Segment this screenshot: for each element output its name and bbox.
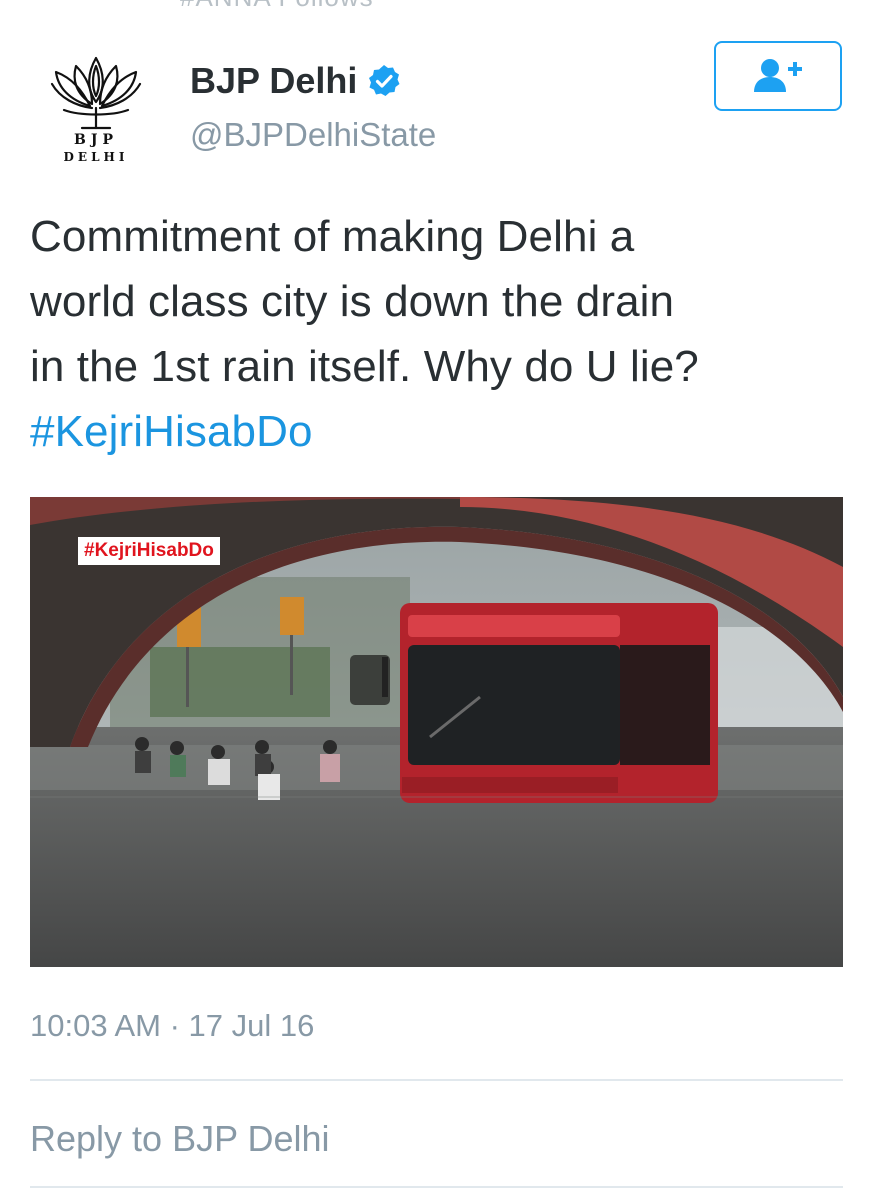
tweet-text-line: in the 1st rain itself. Why do U lie? [30, 342, 699, 391]
avatar-text-delhi: DELHI [63, 150, 129, 164]
avatar-text-bjp: BJP [74, 132, 118, 148]
tweet-text-line: Commitment of making Delhi a [30, 212, 635, 261]
flooded-underpass-photo [30, 497, 843, 967]
lotus-logo-icon [50, 56, 142, 130]
author-display-name[interactable]: BJP Delhi [190, 60, 401, 102]
hashtag-link[interactable]: #KejriHisabDo [30, 399, 830, 464]
tweet-text: Commitment of making Delhi a world class… [30, 204, 830, 464]
previous-tweet-cut-text: #ANNA Follows [180, 0, 374, 13]
verified-badge-icon [367, 64, 401, 98]
tweet-timestamp[interactable]: 10:03 AM · 17 Jul 16 [30, 1008, 314, 1044]
divider [30, 1186, 843, 1188]
divider [30, 1079, 843, 1081]
tweet-media-photo[interactable]: #KejriHisabDo [30, 497, 843, 967]
follow-button[interactable] [714, 41, 842, 111]
author-handle[interactable]: @BJPDelhiState [190, 116, 436, 154]
tweet-text-line: world class city is down the drain [30, 277, 675, 326]
media-hashtag-overlay: #KejriHisabDo [78, 537, 220, 565]
reply-input[interactable]: Reply to BJP Delhi [30, 1118, 843, 1178]
add-user-icon [754, 59, 802, 92]
avatar[interactable]: BJP DELHI [36, 50, 156, 180]
author-name-text: BJP Delhi [190, 60, 358, 101]
